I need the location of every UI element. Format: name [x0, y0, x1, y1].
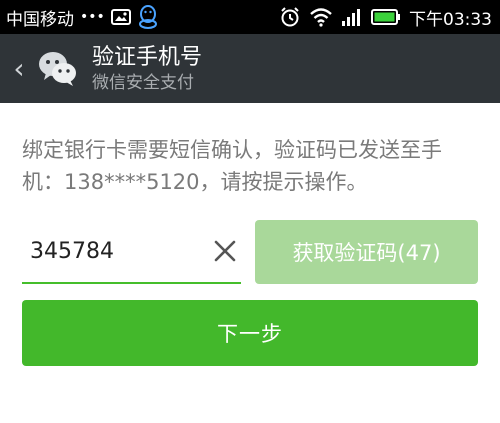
battery-icon	[371, 8, 401, 26]
more-dots: •••	[80, 9, 105, 25]
verification-code-input[interactable]	[28, 230, 202, 272]
app-header: ‹ 验证手机号 微信安全支付	[0, 34, 500, 103]
status-bar: 中国移动 ••• 下午03:33	[0, 0, 500, 34]
qq-icon	[137, 4, 159, 30]
sms-notice-text: 绑定银行卡需要短信确认，验证码已发送至手机：138****5120，请按提示操作…	[22, 138, 442, 194]
page-title: 验证手机号	[92, 44, 203, 70]
clear-input-icon[interactable]	[210, 236, 240, 266]
verification-code-field	[22, 220, 241, 284]
image-icon	[110, 8, 131, 26]
page-subtitle: 微信安全支付	[92, 72, 194, 93]
carrier-name: 中国移动	[6, 9, 74, 30]
get-code-button[interactable]: 获取验证码(47)	[255, 220, 478, 284]
signal-icon	[341, 7, 363, 27]
next-step-button[interactable]: 下一步	[22, 300, 478, 366]
alarm-icon	[279, 6, 301, 28]
wechat-logo-icon	[36, 47, 80, 91]
back-button[interactable]: ‹	[6, 52, 32, 85]
wifi-icon	[309, 7, 333, 27]
clock: 下午03:33	[409, 9, 492, 30]
